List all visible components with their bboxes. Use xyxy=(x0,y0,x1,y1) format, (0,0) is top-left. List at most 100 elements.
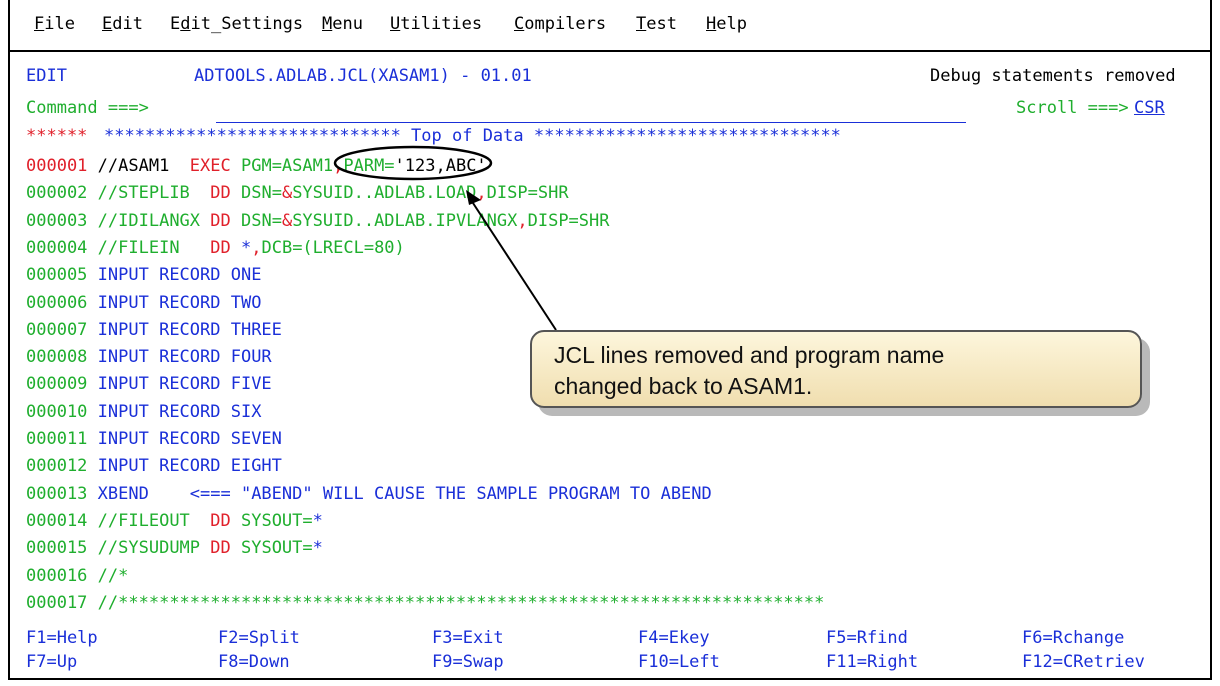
menu-utilities[interactable]: Utilities xyxy=(390,14,482,34)
source-line[interactable]: 000004 //FILEIN DD *,DCB=(LRECL=80) xyxy=(26,236,405,260)
fkey-f1[interactable]: F1=Help xyxy=(26,628,98,648)
line-text: //STEPLIB xyxy=(97,183,211,204)
line-text: DD xyxy=(210,510,241,531)
line-text: INPUT RECORD EIGHT xyxy=(97,456,282,477)
line-text: INPUT RECORD FIVE xyxy=(97,374,272,395)
line-text: EXEC xyxy=(189,156,241,176)
line-text: , xyxy=(251,237,262,258)
fkey-f2[interactable]: F2=Split xyxy=(218,628,300,648)
menu-edit-settings[interactable]: Edit_Settings xyxy=(170,14,303,34)
source-line[interactable]: 000005 INPUT RECORD ONE xyxy=(26,263,261,287)
line-number[interactable]: 000004 xyxy=(26,238,87,258)
dataset-name: ADTOOLS.ADLAB.JCL(XASAM1) - 01.01 xyxy=(194,66,532,86)
line-text: DD xyxy=(210,538,241,559)
menu-bar: File Edit Edit_Settings Menu Utilities C… xyxy=(10,0,1210,52)
line-text: DCB=(LRECL=80) xyxy=(261,237,405,258)
line-text: * xyxy=(312,538,323,559)
source-line[interactable]: 000007 INPUT RECORD THREE xyxy=(26,318,282,342)
fkey-f12[interactable]: F12=CRetriev xyxy=(1022,652,1145,672)
annotation-callout: JCL lines removed and program name chang… xyxy=(530,330,1142,408)
line-text: & xyxy=(281,183,293,204)
line-text: INPUT RECORD THREE xyxy=(97,319,282,340)
source-line[interactable]: 000014 //FILEOUT DD SYSOUT=* xyxy=(26,509,323,533)
scroll-input[interactable]: CSR xyxy=(1134,96,1165,120)
fkey-f11[interactable]: F11=Right xyxy=(826,652,918,672)
line-text: SYSUID..ADLAB.LOAD xyxy=(292,183,477,204)
source-line[interactable]: 000001 //ASAM1 EXEC PGM=ASAM1,PARM='123,… xyxy=(26,154,487,178)
menu-file[interactable]: File xyxy=(34,14,75,34)
line-number[interactable]: 000005 xyxy=(26,265,87,285)
line-text: INPUT RECORD ONE xyxy=(97,265,262,286)
menu-compilers[interactable]: Compilers xyxy=(514,14,606,34)
top-of-data-banner: ***************************** Top of Dat… xyxy=(104,126,841,146)
menu-edit[interactable]: Edit xyxy=(102,14,143,34)
line-text: , xyxy=(333,156,344,176)
line-text: SYSOUT= xyxy=(240,538,313,559)
callout-line-1: JCL lines removed and program name xyxy=(554,342,945,368)
line-number[interactable]: 000011 xyxy=(26,429,87,449)
edit-mode-label: EDIT xyxy=(26,66,67,86)
line-text: //**************************************… xyxy=(97,592,825,613)
menu-help[interactable]: Help xyxy=(706,14,747,34)
source-line[interactable]: 000006 INPUT RECORD TWO xyxy=(26,291,261,315)
line-text: //ASAM1 xyxy=(97,156,190,176)
menu-menu[interactable]: Menu xyxy=(322,14,363,34)
line-number[interactable]: 000001 xyxy=(26,156,87,176)
source-line[interactable]: 000012 INPUT RECORD EIGHT xyxy=(26,454,282,478)
line-number[interactable]: 000015 xyxy=(26,538,87,558)
line-text: , xyxy=(517,210,528,231)
fkey-f5[interactable]: F5=Rfind xyxy=(826,628,908,648)
source-line[interactable]: 000009 INPUT RECORD FIVE xyxy=(26,372,272,396)
line-text: INPUT RECORD TWO xyxy=(97,292,262,313)
line-number[interactable]: 000008 xyxy=(26,347,87,367)
fkey-f7[interactable]: F7=Up xyxy=(26,652,77,672)
line-text: XBEND <=== "ABEND" WILL CAUSE THE SAMPLE… xyxy=(97,483,712,504)
command-input[interactable] xyxy=(216,122,966,123)
source-line[interactable]: 000016 //* xyxy=(26,564,128,588)
status-message: Debug statements removed xyxy=(930,66,1176,86)
line-text: SYSOUT= xyxy=(240,510,313,531)
line-number[interactable]: 000002 xyxy=(26,183,87,203)
fkey-f6[interactable]: F6=Rchange xyxy=(1022,628,1124,648)
line-text: & xyxy=(281,210,293,231)
line-number[interactable]: 000003 xyxy=(26,211,87,231)
top-of-data-stars: ****** xyxy=(26,126,88,146)
line-text: INPUT RECORD SIX xyxy=(97,401,262,422)
source-line[interactable]: 000008 INPUT RECORD FOUR xyxy=(26,345,272,369)
menu-test[interactable]: Test xyxy=(636,14,677,34)
line-text: DD xyxy=(210,237,241,258)
fkey-f4[interactable]: F4=Ekey xyxy=(638,628,710,648)
line-number[interactable]: 000010 xyxy=(26,402,87,422)
line-text: //SYSUDUMP xyxy=(97,538,211,559)
line-text: , xyxy=(476,183,487,204)
line-text: PGM=ASAM1 xyxy=(240,156,334,176)
line-number[interactable]: 000017 xyxy=(26,593,87,613)
line-number[interactable]: 000009 xyxy=(26,374,87,394)
line-number[interactable]: 000016 xyxy=(26,566,87,586)
line-number[interactable]: 000012 xyxy=(26,456,87,476)
source-line[interactable]: 000010 INPUT RECORD SIX xyxy=(26,400,261,424)
line-text: //* xyxy=(97,565,129,586)
source-line[interactable]: 000002 //STEPLIB DD DSN=&SYSUID..ADLAB.L… xyxy=(26,181,569,205)
fkey-f10[interactable]: F10=Left xyxy=(638,652,720,672)
line-number[interactable]: 000014 xyxy=(26,511,87,531)
line-text: DISP=SHR xyxy=(527,210,610,231)
source-line[interactable]: 000013 XBEND <=== "ABEND" WILL CAUSE THE… xyxy=(26,482,712,506)
line-text: DSN= xyxy=(240,183,282,204)
scroll-label: Scroll ===> xyxy=(1016,98,1129,118)
source-line[interactable]: 000011 INPUT RECORD SEVEN xyxy=(26,427,282,451)
source-line[interactable]: 000015 //SYSUDUMP DD SYSOUT=* xyxy=(26,536,323,560)
fkey-f3[interactable]: F3=Exit xyxy=(432,628,504,648)
source-line[interactable]: 000003 //IDILANGX DD DSN=&SYSUID..ADLAB.… xyxy=(26,209,610,233)
source-line[interactable]: 000017 //*******************************… xyxy=(26,591,824,615)
line-number[interactable]: 000006 xyxy=(26,293,87,313)
line-text: //IDILANGX xyxy=(97,210,211,231)
line-number[interactable]: 000007 xyxy=(26,320,87,340)
line-text: DD xyxy=(210,210,241,231)
fkey-f9[interactable]: F9=Swap xyxy=(432,652,504,672)
line-text: '123,ABC' xyxy=(394,156,487,176)
line-text: INPUT RECORD FOUR xyxy=(97,347,272,368)
line-number[interactable]: 000013 xyxy=(26,484,87,504)
line-text: DISP=SHR xyxy=(486,183,569,204)
fkey-f8[interactable]: F8=Down xyxy=(218,652,290,672)
